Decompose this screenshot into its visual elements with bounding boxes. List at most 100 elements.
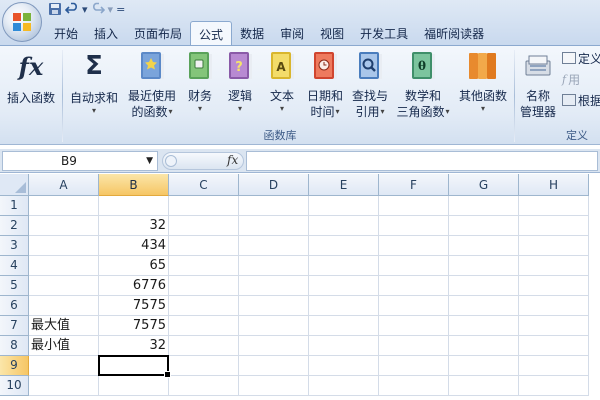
cell[interactable] [449,196,519,216]
tab-developer[interactable]: 开发工具 [352,21,416,45]
row-header[interactable]: 1 [0,196,29,216]
select-all-corner[interactable] [0,174,29,196]
cell[interactable] [379,216,449,236]
cell[interactable] [99,376,169,396]
column-header[interactable]: B [99,174,169,196]
cell[interactable] [379,336,449,356]
cell[interactable] [449,356,519,376]
row-header[interactable]: 4 [0,256,29,276]
redo-icon[interactable] [91,2,105,16]
autosum-dropdown-icon[interactable]: ▾ [92,106,96,116]
column-header[interactable]: E [309,174,379,196]
cell[interactable] [169,256,239,276]
cell[interactable] [239,296,309,316]
math-trig-dropdown-icon[interactable]: ▾ [446,107,450,117]
row-header[interactable]: 8 [0,336,29,356]
cell[interactable] [449,236,519,256]
cell[interactable]: 最小值 [29,336,99,356]
cell[interactable] [309,316,379,336]
cell[interactable] [519,316,589,336]
use-in-formula-button[interactable]: f 用 [562,70,580,88]
cell[interactable] [29,276,99,296]
cell[interactable]: 7575 [99,296,169,316]
cell[interactable] [519,216,589,236]
cell[interactable] [309,356,379,376]
cell[interactable]: 65 [99,256,169,276]
cell[interactable] [519,376,589,396]
cell[interactable] [379,356,449,376]
lookup-dropdown-icon[interactable]: ▾ [381,107,385,117]
cell[interactable] [519,276,589,296]
cell[interactable] [169,276,239,296]
cell[interactable] [239,356,309,376]
more-functions-dropdown-icon[interactable]: ▾ [481,104,485,114]
cell[interactable] [449,216,519,236]
cell[interactable] [29,376,99,396]
cell[interactable]: 32 [99,216,169,236]
autosum-button[interactable]: Σ 自动求和 ▾ [66,50,122,126]
cell[interactable] [169,336,239,356]
cell[interactable] [449,376,519,396]
active-cell[interactable] [98,355,171,378]
cell[interactable] [29,256,99,276]
row-header[interactable]: 7 [0,316,29,336]
formula-input[interactable] [246,151,598,171]
logical-button[interactable]: ? 逻辑 ▾ [222,50,258,126]
cell[interactable] [309,236,379,256]
cell[interactable] [379,196,449,216]
column-header[interactable]: C [169,174,239,196]
cell[interactable] [519,196,589,216]
cell[interactable] [29,196,99,216]
cell[interactable] [99,196,169,216]
cell[interactable] [309,276,379,296]
define-name-button[interactable]: 定义 [562,49,600,67]
row-header[interactable]: 9 [0,356,29,376]
column-header[interactable]: G [449,174,519,196]
cell[interactable] [519,256,589,276]
row-header[interactable]: 10 [0,376,29,396]
cell[interactable] [379,236,449,256]
tab-insert[interactable]: 插入 [86,21,126,45]
cell[interactable] [309,336,379,356]
cell[interactable]: 7575 [99,316,169,336]
cell[interactable] [449,296,519,316]
undo-icon[interactable] [65,2,79,16]
cell[interactable] [379,256,449,276]
insert-function-button[interactable]: fx 插入函数 [2,50,60,126]
tab-page-layout[interactable]: 页面布局 [126,21,190,45]
cell[interactable] [379,296,449,316]
cell[interactable] [519,296,589,316]
name-box-dropdown-icon[interactable]: ▼ [146,152,153,170]
save-icon[interactable] [48,2,62,16]
text-functions-button[interactable]: A 文本 ▾ [264,50,300,126]
cell[interactable] [169,216,239,236]
lookup-reference-button[interactable]: 查找与 引用 ▾ [348,50,392,126]
cell[interactable] [239,276,309,296]
cell[interactable] [449,336,519,356]
row-header[interactable]: 2 [0,216,29,236]
tab-view[interactable]: 视图 [312,21,352,45]
cell[interactable] [519,336,589,356]
cell[interactable]: 最大值 [29,316,99,336]
cell[interactable] [309,196,379,216]
cell[interactable] [29,216,99,236]
financial-button[interactable]: 财务 ▾ [182,50,218,126]
row-header[interactable]: 5 [0,276,29,296]
financial-dropdown-icon[interactable]: ▾ [198,104,202,114]
cell[interactable] [309,216,379,236]
cell[interactable]: 434 [99,236,169,256]
cell[interactable] [29,356,99,376]
date-time-dropdown-icon[interactable]: ▾ [336,107,340,117]
cell[interactable] [239,336,309,356]
cell[interactable] [239,196,309,216]
cell[interactable] [239,216,309,236]
recent-functions-dropdown-icon[interactable]: ▾ [169,107,173,117]
insert-function-fx-icon[interactable]: fx [227,153,238,167]
cell[interactable] [169,316,239,336]
create-from-selection-button[interactable]: 根据 [562,91,600,109]
name-box[interactable]: B9 ▼ [2,151,158,171]
tab-data[interactable]: 数据 [232,21,272,45]
undo-dropdown-icon[interactable]: ▾ [82,2,88,16]
cell[interactable] [29,236,99,256]
cell[interactable] [519,356,589,376]
